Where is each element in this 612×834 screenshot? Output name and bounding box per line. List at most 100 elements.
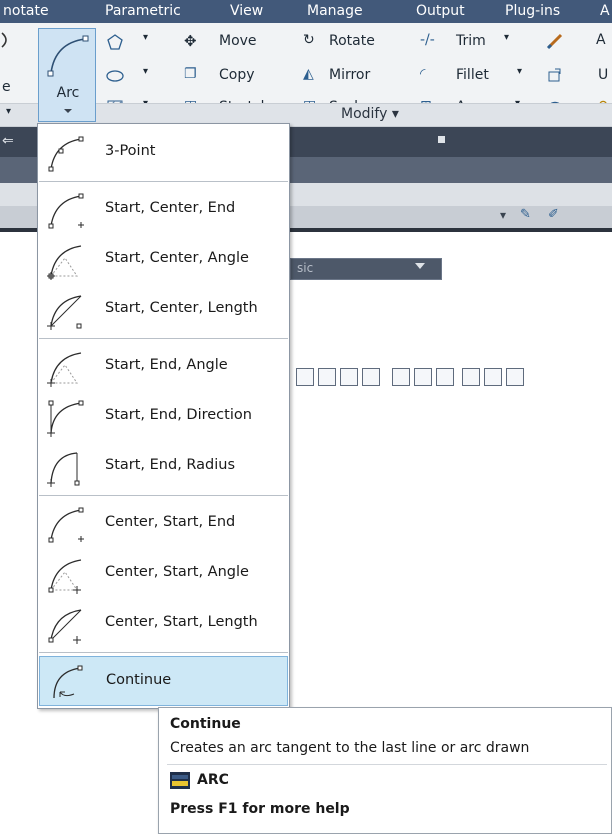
trim-dropdown-icon[interactable]: ▾ [504, 32, 509, 43]
visual-style-text: sic [297, 261, 314, 275]
menu-item-start-center-length[interactable]: Start, Center, Length [39, 285, 288, 335]
back-arrow-icon[interactable]: ⇐ [2, 133, 14, 149]
arc-options-menu: 3-Point Start, Center, End Start, Center… [37, 123, 290, 709]
visual-style-dropdown-icon[interactable] [415, 263, 425, 269]
arc-dropdown-button[interactable]: Arc [38, 28, 96, 122]
menu-item-start-end-direction[interactable]: Start, End, Direction [39, 392, 288, 442]
ellipse-dropdown-icon[interactable]: ▾ [143, 66, 148, 77]
menu-item-label: 3-Point [105, 143, 156, 159]
layer-icon[interactable]: ✐ [548, 207, 559, 222]
mirror-button[interactable]: Mirror [329, 67, 370, 83]
menu-item-label: Start, Center, End [105, 200, 236, 216]
tab-partial[interactable]: A [600, 3, 610, 19]
arc-center-start-length-icon [48, 609, 82, 644]
menu-item-center-start-length[interactable]: Center, Start, Length [39, 599, 288, 649]
design-center-icon[interactable] [414, 368, 432, 386]
menu-item-continue[interactable]: Continue [39, 656, 288, 706]
arc-start-center-end-icon [48, 193, 84, 229]
menu-item-label: Center, Start, End [105, 514, 236, 530]
trim-icon[interactable]: -/- [420, 32, 435, 48]
zoom-window-icon[interactable] [340, 368, 358, 386]
zoom-previous-icon[interactable] [362, 368, 380, 386]
partial-annotation-icon[interactable]: A [596, 32, 606, 48]
visual-style-field[interactable]: sic [290, 258, 442, 280]
modify-panel-title[interactable]: Modify ▾ [341, 106, 399, 122]
rotate-button[interactable]: Rotate [329, 33, 375, 49]
arc-3point-icon [48, 136, 84, 172]
calculator-icon[interactable] [506, 368, 524, 386]
menu-item-start-end-angle[interactable]: Start, End, Angle [39, 342, 288, 392]
menu-item-label: Start, Center, Length [105, 300, 258, 316]
explode-icon[interactable] [546, 66, 564, 84]
menu-item-3-point[interactable]: 3-Point [39, 128, 288, 178]
tool-palettes-icon[interactable] [436, 368, 454, 386]
arc-start-center-angle-icon [47, 245, 82, 280]
draw-panel-expand-icon[interactable]: ▾ [6, 106, 11, 117]
arc-start-end-radius-icon [47, 452, 80, 487]
arc-start-center-length-icon [47, 295, 82, 330]
properties-icon[interactable] [392, 368, 410, 386]
arc-center-start-end-icon [48, 507, 84, 543]
menu-item-center-start-end[interactable]: Center, Start, End [39, 499, 288, 549]
fillet-icon[interactable]: ◜ [420, 66, 425, 82]
tooltip-command: ARC [197, 772, 229, 788]
markup-icon[interactable] [484, 368, 502, 386]
arc-button-caret-icon [64, 109, 72, 113]
toolbar-menu-icon[interactable] [438, 136, 445, 143]
tab-view[interactable]: View [230, 3, 263, 19]
menu-item-label: Center, Start, Angle [105, 564, 249, 580]
menu-item-label: Start, Center, Angle [105, 250, 249, 266]
tab-manage[interactable]: Manage [307, 3, 363, 19]
menu-separator [39, 338, 288, 339]
copy-icon[interactable]: ❐ [184, 66, 197, 82]
menu-item-label: Center, Start, Length [105, 614, 258, 630]
menu-item-start-center-angle[interactable]: Start, Center, Angle [39, 235, 288, 285]
arc-start-end-angle-icon [47, 352, 82, 387]
command-line-icon [170, 772, 190, 789]
zoom-realtime-icon[interactable] [318, 368, 336, 386]
tooltip-description: Creates an arc tangent to the last line … [170, 740, 530, 756]
menu-item-label: Start, End, Angle [105, 357, 228, 373]
menu-item-label: Continue [106, 672, 172, 688]
menu-item-start-end-radius[interactable]: Start, End, Radius [39, 442, 288, 492]
style-dropdown-icon[interactable]: ▾ [500, 208, 506, 222]
trim-button[interactable]: Trim [456, 33, 486, 49]
menu-separator [39, 652, 288, 653]
layer-state-icon[interactable]: ✎ [520, 207, 531, 222]
polygon-icon[interactable] [106, 33, 124, 51]
sheet-set-icon[interactable] [462, 368, 480, 386]
ellipse-icon[interactable] [106, 67, 124, 85]
arc-icon [47, 35, 89, 77]
menu-item-label: Start, End, Direction [105, 407, 252, 423]
command-tooltip: Continue Creates an arc tangent to the l… [158, 707, 612, 834]
fillet-button[interactable]: Fillet [456, 67, 489, 83]
tab-output[interactable]: Output [416, 3, 465, 19]
tab-parametric[interactable]: Parametric [105, 3, 181, 19]
rotate-icon[interactable]: ↻ [303, 32, 315, 48]
erase-icon[interactable] [546, 32, 564, 50]
move-icon[interactable]: ✥ [184, 32, 197, 50]
menu-separator [39, 495, 288, 496]
copy-button[interactable]: Copy [219, 67, 255, 83]
partial-circle-icon[interactable] [0, 31, 18, 49]
polygon-dropdown-icon[interactable]: ▾ [143, 32, 148, 43]
menu-separator [39, 181, 288, 182]
arc-continue-icon [53, 665, 83, 699]
arc-button-label: Arc [56, 85, 80, 101]
tooltip-divider [167, 764, 607, 765]
pan-icon[interactable] [296, 368, 314, 386]
partial-label-right: U [598, 67, 609, 83]
arc-start-end-direction-icon [47, 400, 84, 437]
tooltip-title: Continue [170, 716, 241, 732]
menu-item-center-start-angle[interactable]: Center, Start, Angle [39, 549, 288, 599]
move-button[interactable]: Move [219, 33, 257, 49]
ribbon-tab-bar: notate Parametric View Manage Output Plu… [0, 0, 612, 23]
tab-plug-ins[interactable]: Plug-ins [505, 3, 560, 19]
fillet-dropdown-icon[interactable]: ▾ [517, 66, 522, 77]
menu-item-start-center-end[interactable]: Start, Center, End [39, 185, 288, 235]
menu-item-label: Start, End, Radius [105, 457, 236, 473]
tooltip-help: Press F1 for more help [170, 801, 350, 817]
tab-annotate[interactable]: notate [3, 3, 49, 19]
arc-center-start-angle-icon [48, 559, 82, 594]
mirror-icon[interactable]: ◭ [303, 66, 314, 82]
